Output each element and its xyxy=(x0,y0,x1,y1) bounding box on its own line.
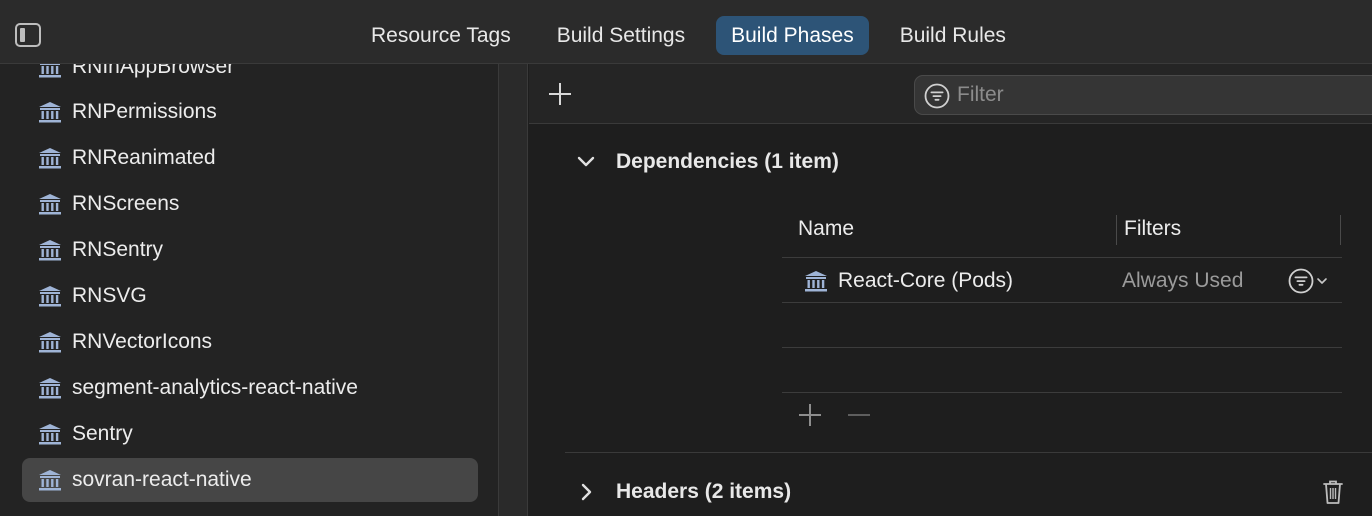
dependencies-section-header[interactable]: Dependencies (1 item) xyxy=(575,145,839,179)
sidebar-item-rnscreens[interactable]: RNScreens xyxy=(22,182,478,226)
chevron-down-icon[interactable] xyxy=(575,151,597,173)
sidebar-item-rnreanimated[interactable]: RNReanimated xyxy=(22,136,478,180)
library-columns-icon xyxy=(38,193,62,215)
sidebar-item-rnsentry[interactable]: RNSentry xyxy=(22,228,478,272)
table-row-divider xyxy=(782,257,1342,258)
column-header-filters[interactable]: Filters xyxy=(1124,213,1181,245)
dependencies-title: Dependencies (1 item) xyxy=(616,150,839,173)
sidebar-item-rnvectoricons[interactable]: RNVectorIcons xyxy=(22,320,478,364)
sidebar-item-segment-analytics[interactable]: segment-analytics-react-native xyxy=(22,366,478,410)
sidebar-item-label: RNReanimated xyxy=(72,146,216,169)
editor-tabs: Resource Tags Build Settings Build Phase… xyxy=(356,16,1021,55)
sidebar-item-rninappbrowser[interactable]: RNInAppBrowser xyxy=(22,64,478,89)
sidebar-item-label: RNPermissions xyxy=(72,100,217,123)
pane-splitter[interactable] xyxy=(498,64,528,516)
sidebar-item-label: Sentry xyxy=(72,422,133,445)
sidebar-item-label: RNVectorIcons xyxy=(72,330,213,353)
tab-build-settings[interactable]: Build Settings xyxy=(542,16,700,55)
remove-dependency-button[interactable] xyxy=(848,414,870,416)
tab-build-phases[interactable]: Build Phases xyxy=(716,16,869,55)
sidebar-item-label: segment-analytics-react-native xyxy=(72,376,358,399)
library-columns-icon xyxy=(804,270,828,292)
library-columns-icon xyxy=(38,377,62,399)
add-dependency-button[interactable] xyxy=(798,403,822,427)
chevron-right-icon[interactable] xyxy=(575,481,597,503)
sidebar-item-sovran-react-native[interactable]: sovran-react-native xyxy=(22,458,478,502)
chevron-down-icon[interactable] xyxy=(1316,275,1328,287)
sidebar-item-label: RNSVG xyxy=(72,284,147,307)
sidebar-item-label: RNSentry xyxy=(72,238,164,261)
column-divider xyxy=(1116,215,1117,245)
trash-icon[interactable] xyxy=(1321,478,1345,506)
library-columns-icon xyxy=(38,239,62,261)
sidebar-item-rnpermissions[interactable]: RNPermissions xyxy=(22,90,478,134)
filter-field[interactable] xyxy=(914,75,1372,115)
section-divider xyxy=(565,452,1372,453)
headers-section-header[interactable]: Headers (2 items) xyxy=(575,475,791,509)
table-row[interactable]: React-Core (Pods) Always Used xyxy=(782,259,1342,303)
library-columns-icon xyxy=(38,285,62,307)
filter-circle-icon[interactable] xyxy=(1288,268,1314,294)
table-row-divider xyxy=(782,392,1342,393)
sidebar-item-rnsvg[interactable]: RNSVG xyxy=(22,274,478,318)
tab-build-rules[interactable]: Build Rules xyxy=(885,16,1021,55)
build-phases-toolbar xyxy=(529,64,1372,124)
build-phases-pane: Dependencies (1 item) Name Filters React… xyxy=(529,64,1372,516)
filter-circle-icon xyxy=(924,83,950,109)
headers-title: Headers (2 items) xyxy=(616,480,792,503)
dependency-filter-value: Always Used xyxy=(1122,269,1244,292)
library-columns-icon xyxy=(38,331,62,353)
column-divider xyxy=(1340,215,1341,245)
editor-tab-bar: Resource Tags Build Settings Build Phase… xyxy=(0,0,1372,64)
dependency-name: React-Core (Pods) xyxy=(838,269,1014,292)
tab-resource-tags[interactable]: Resource Tags xyxy=(356,16,526,55)
filter-input[interactable] xyxy=(957,80,1357,110)
library-columns-icon xyxy=(38,101,62,123)
targets-sidebar: RNInAppBrowser RNPermissions RNReanimate… xyxy=(0,64,498,516)
library-columns-icon xyxy=(38,469,62,491)
sidebar-item-sentry[interactable]: Sentry xyxy=(22,412,478,456)
table-row-divider xyxy=(782,302,1342,303)
sidebar-item-label: sovran-react-native xyxy=(72,468,252,491)
column-header-name[interactable]: Name xyxy=(798,213,854,245)
library-columns-icon xyxy=(38,64,62,78)
sidebar-item-label: RNScreens xyxy=(72,192,180,215)
add-build-phase-button[interactable] xyxy=(547,81,573,107)
library-columns-icon xyxy=(38,423,62,445)
library-columns-icon xyxy=(38,147,62,169)
sidebar-item-label: RNInAppBrowser xyxy=(72,64,235,78)
table-row-divider xyxy=(782,347,1342,348)
sidebar-toggle-icon[interactable] xyxy=(15,23,41,47)
